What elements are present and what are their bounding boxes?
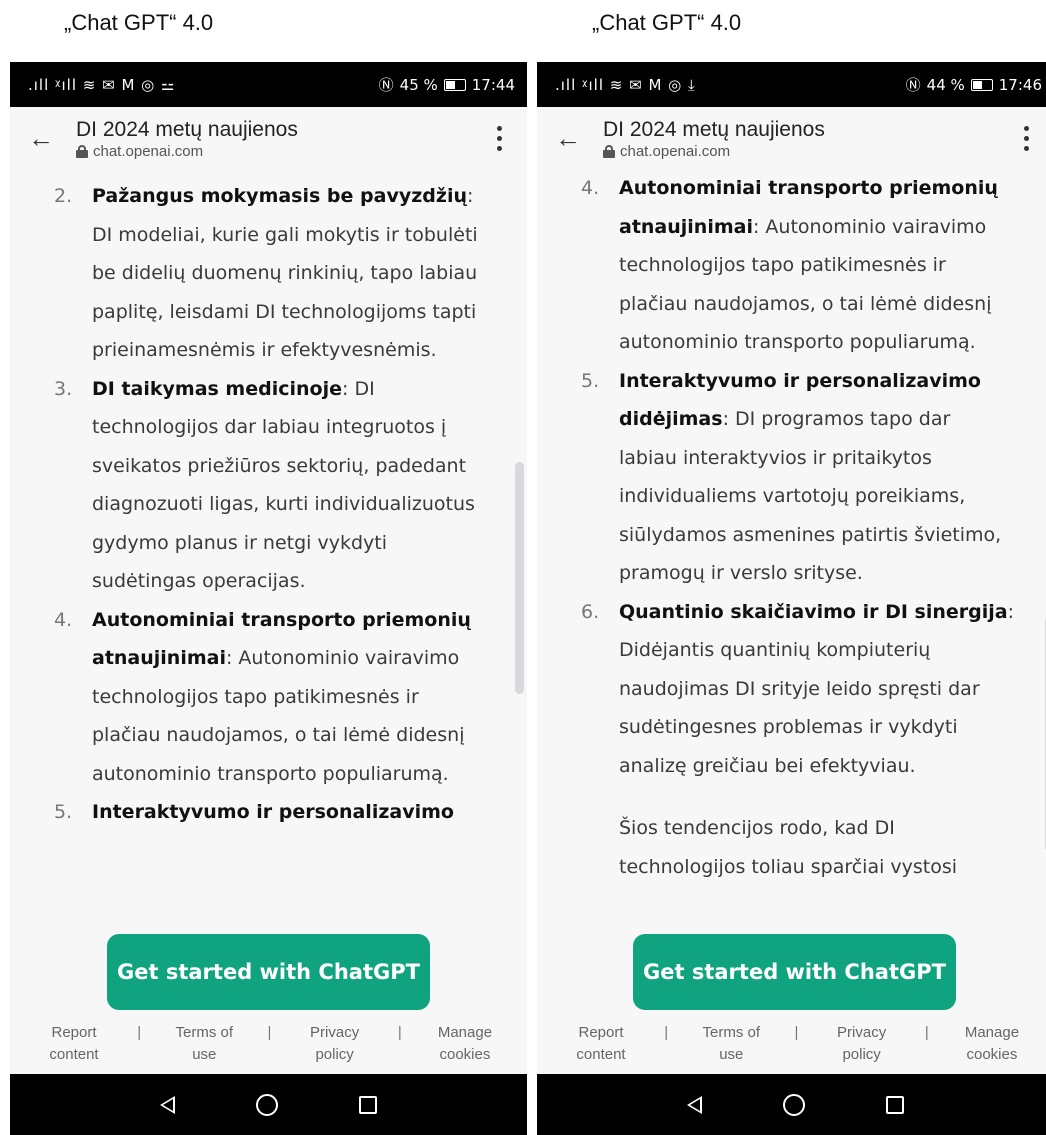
chat-content: 2. Pažangus mokymasis be pavyzdžių: DI mo… [10,177,527,907]
back-arrow-icon[interactable]: ← [28,123,76,154]
status-right: Ⓝ 44 % 17:46 [906,74,1042,95]
nav-back-icon[interactable] [687,1095,703,1114]
summary-paragraph: Šios tendencijos rodo, kad DI technologi… [619,817,958,878]
numbered-list: 4. Autonominiai transporto priemonių atna… [537,169,1046,785]
list-number: 5. [54,801,73,823]
list-number: 6. [581,600,600,623]
nfc-icon: Ⓝ [378,76,394,94]
list-number: 3. [54,377,73,400]
list-number: 4. [581,177,600,199]
numbered-list: 2. Pažangus mokymasis be pavyzdžių: DI mo… [10,177,527,832]
list-number: 5. [581,369,600,392]
report-content-link[interactable]: Report content [36,1022,112,1066]
scrollbar[interactable] [515,462,524,694]
list-item: 4. Autonominiai transporto priemonių atna… [537,169,1014,362]
manage-cookies-link[interactable]: Manage cookies [954,1022,1030,1066]
android-nav-bar [537,1074,1046,1135]
status-bar: .ıll ᵡıll ≋ ✉ M ◎ ⤓ Ⓝ 44 % 17:46 [537,62,1046,107]
list-number: 4. [54,608,73,631]
clock: 17:46 [998,75,1042,94]
signal-wifi-notification-icons: .ıll ᵡıll ≋ ✉ M ◎ ⤓ [555,75,696,94]
more-menu-icon[interactable] [489,125,509,151]
item-heading: Pažangus mokymasis be pavyzdžių [92,185,467,207]
list-item: 3. DI taikymas medicinoje: DI technologij… [10,370,487,601]
browser-url-bar: ← DI 2024 metų naujienos chat.openai.com [537,107,1046,169]
separator: | [664,1024,669,1041]
get-started-button[interactable]: Get started with ChatGPT [107,934,430,1010]
android-nav-bar [10,1074,527,1135]
nfc-icon: Ⓝ [905,76,921,94]
domain-text: chat.openai.com [93,142,204,160]
list-number: 2. [54,185,73,207]
item-text: : DI modeliai, kurie gali mokytis ir tob… [92,185,478,361]
list-item: 5. Interaktyvumo ir personalizavimo [10,793,487,832]
privacy-policy-link[interactable]: Privacy policy [297,1022,373,1066]
item-text: : DI programos tapo dar labiau interakty… [619,408,1002,584]
item-text: : DI technologijos dar labiau integruoto… [92,377,475,593]
phone-screenshot-right: .ıll ᵡıll ≋ ✉ M ◎ ⤓ Ⓝ 44 % 17:46 ← DI 20… [537,62,1046,1135]
more-menu-icon[interactable] [1016,125,1036,151]
url-text[interactable]: DI 2024 metų naujienos chat.openai.com [603,117,1016,160]
page-title: DI 2024 metų naujienos [603,117,825,141]
lock-icon [603,144,615,158]
domain: chat.openai.com [76,143,489,160]
battery-icon [970,78,993,91]
footer-links: Report content | Terms of use | Privacy … [537,1022,1046,1074]
status-right: Ⓝ 45 % 17:44 [379,74,515,95]
separator: | [924,1024,929,1041]
nav-recents-icon[interactable] [885,1095,904,1114]
nav-back-icon[interactable] [160,1095,176,1114]
manage-cookies-link[interactable]: Manage cookies [427,1022,503,1066]
caption-right: „Chat GPT“ 4.0 [592,10,742,35]
report-content-link[interactable]: Report content [563,1022,639,1066]
page-title: DI 2024 metų naujienos [76,117,298,141]
battery-percent: 44 % [926,75,965,94]
caption-left: „Chat GPT“ 4.0 [64,10,214,35]
separator: | [397,1024,402,1041]
list-item: 2. Pažangus mokymasis be pavyzdžių: DI mo… [10,177,487,370]
privacy-policy-link[interactable]: Privacy policy [824,1022,900,1066]
list-item: 4. Autonominiai transporto priemonių atna… [10,601,487,794]
chat-content: 4. Autonominiai transporto priemonių atna… [537,169,1046,899]
nav-home-icon[interactable] [782,1093,805,1116]
footer-links: Report content | Terms of use | Privacy … [10,1022,527,1074]
item-text: : Didėjantis quantinių kompiuterių naudo… [619,600,1014,777]
status-bar: .ıll ᵡıll ≋ ✉ M ◎ ⚍ Ⓝ 45 % 17:44 [10,62,527,107]
battery-icon [443,78,466,91]
lock-icon [76,144,88,158]
separator: | [137,1024,142,1041]
battery-percent: 45 % [399,75,438,94]
domain-text: chat.openai.com [620,142,731,160]
separator: | [267,1024,272,1041]
separator: | [794,1024,799,1041]
item-heading: Quantinio skaičiavimo ir DI sinergija [619,600,1008,623]
list-item: 5. Interaktyvumo ir personalizavimo didėj… [537,362,1014,593]
item-heading: DI taikymas medicinoje [92,377,342,400]
terms-of-use-link[interactable]: Terms of use [166,1022,242,1066]
url-text[interactable]: DI 2024 metų naujienos chat.openai.com [76,117,489,160]
item-heading: Interaktyvumo ir personalizavimo [92,801,454,823]
list-item: 6. Quantinio skaičiavimo ir DI sinergija:… [537,593,1014,786]
back-arrow-icon[interactable]: ← [555,123,603,154]
get-started-button[interactable]: Get started with ChatGPT [633,934,956,1010]
domain: chat.openai.com [603,143,1016,160]
nav-recents-icon[interactable] [358,1095,377,1114]
terms-of-use-link[interactable]: Terms of use [693,1022,769,1066]
clock: 17:44 [471,75,515,94]
signal-wifi-notification-icons: .ıll ᵡıll ≋ ✉ M ◎ ⚍ [28,75,176,94]
phone-screenshot-left: .ıll ᵡıll ≋ ✉ M ◎ ⚍ Ⓝ 45 % 17:44 ← DI 20… [10,62,527,1135]
nav-home-icon[interactable] [255,1093,278,1116]
browser-url-bar: ← DI 2024 metų naujienos chat.openai.com [10,107,527,169]
